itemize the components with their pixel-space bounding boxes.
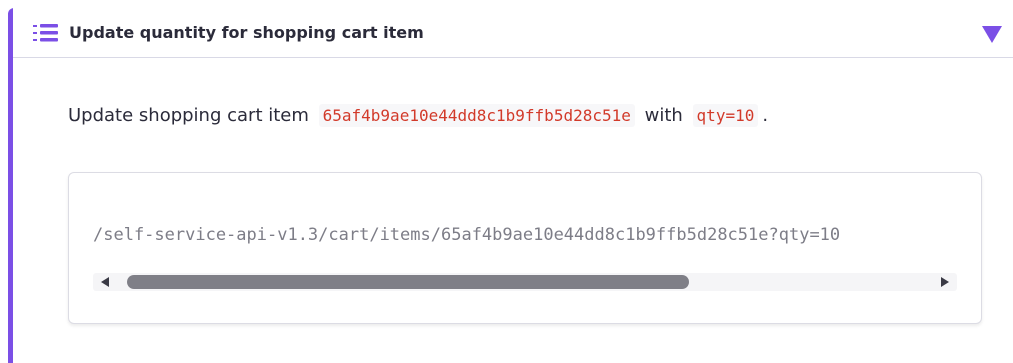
- panel-content: Update shopping cart item 65af4b9ae10e44…: [68, 96, 983, 324]
- numbered-list-icon: [33, 23, 59, 42]
- horizontal-scrollbar[interactable]: [93, 273, 957, 291]
- triangle-down-icon[interactable]: [981, 23, 1003, 45]
- desc-prefix: Update shopping cart item: [68, 105, 309, 126]
- code-block: /self-service-api-v1.3/cart/items/65af4b…: [68, 172, 982, 324]
- qty-code: qty=10: [692, 104, 759, 127]
- desc-suffix: .: [762, 105, 769, 126]
- scroll-left-icon[interactable]: [101, 277, 109, 287]
- scrollbar-thumb[interactable]: [127, 275, 689, 289]
- panel-title: Update quantity for shopping cart item: [69, 23, 424, 42]
- step-panel: Update quantity for shopping cart item U…: [8, 8, 1013, 363]
- panel-header[interactable]: Update quantity for shopping cart item: [13, 8, 1013, 58]
- request-path[interactable]: /self-service-api-v1.3/cart/items/65af4b…: [93, 225, 957, 245]
- item-id-code: 65af4b9ae10e44dd8c1b9ffb5d28c51e: [318, 104, 635, 127]
- desc-middle: with: [644, 105, 683, 126]
- scroll-right-icon[interactable]: [941, 277, 949, 287]
- step-description: Update shopping cart item 65af4b9ae10e44…: [68, 96, 983, 136]
